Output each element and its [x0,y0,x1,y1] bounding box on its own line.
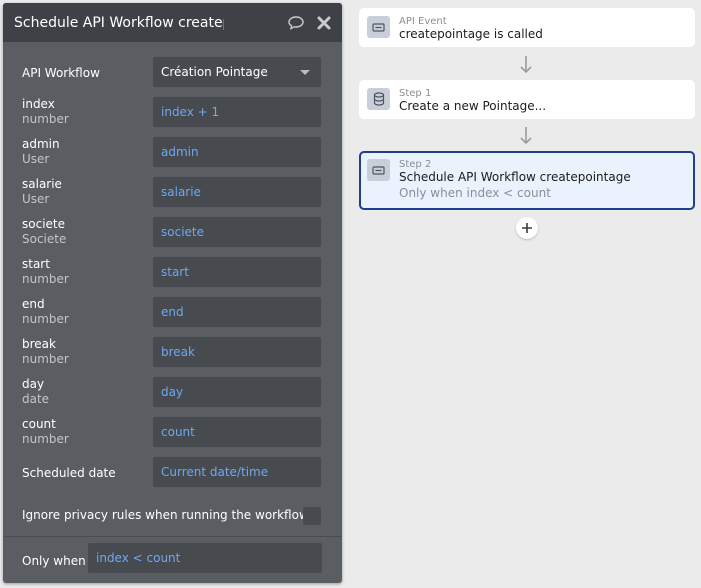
param-input-admin[interactable]: admin [153,137,321,167]
api-workflow-row: API Workflow Création Pointage [3,57,342,89]
panel-header[interactable]: Schedule API Workflow createpc [3,3,342,42]
param-row-start: start number start [3,257,342,289]
param-label: count number [22,417,69,446]
database-icon [367,88,390,110]
only-when-label: Only when [22,554,86,568]
param-row-day: day date day [3,377,342,409]
close-icon[interactable] [314,13,334,33]
arrow-down-icon [520,56,532,74]
api-workflow-dropdown[interactable]: Création Pointage [153,57,321,87]
param-row-count: count number count [3,417,342,449]
param-input-societe[interactable]: societe [153,217,321,247]
card-kicker: Step 2 [399,159,432,170]
scheduled-date-row: Scheduled date Current date/time [3,457,342,489]
param-row-societe: societe Societe societe [3,217,342,249]
plus-icon [522,223,532,233]
param-row-index: index number index + 1 [3,97,342,129]
param-input-start[interactable]: start [153,257,321,287]
add-step-button[interactable] [516,217,538,239]
step-1-card[interactable]: Step 1 Create a new Pointage... [359,80,695,119]
panel-header-icons [286,13,334,33]
param-label: societe Societe [22,217,67,246]
event-icon [367,16,390,38]
param-label: day date [22,377,50,406]
card-kicker: API Event [399,16,447,27]
param-input-break[interactable]: break [153,337,321,367]
param-label: salarie User [22,177,62,206]
param-input-day[interactable]: day [153,377,321,407]
param-input-salarie[interactable]: salarie [153,177,321,207]
param-label: start number [22,257,69,286]
api-event-card[interactable]: API Event createpointage is called [359,8,695,47]
api-workflow-value: Création Pointage [161,65,268,79]
param-label: admin User [22,137,60,166]
divider [3,536,342,537]
param-label: index number [22,97,69,126]
card-title: Create a new Pointage... [399,99,547,113]
scheduled-date-label: Scheduled date [22,466,116,480]
card-title: Schedule API Workflow createpointage [399,170,631,184]
step-2-card[interactable]: Step 2 Schedule API Workflow createpoint… [359,151,695,210]
param-row-salarie: salarie User salarie [3,177,342,209]
ignore-privacy-label: Ignore privacy rules when running the wo… [22,508,309,522]
param-row-end: end number end [3,297,342,329]
param-label: break number [22,337,69,366]
card-kicker: Step 1 [399,88,432,99]
card-condition: Only when index < count [399,186,551,200]
api-workflow-label: API Workflow [22,66,100,80]
scheduled-date-input[interactable]: Current date/time [153,457,321,487]
param-label: end number [22,297,69,326]
only-when-input[interactable]: index < count [88,543,322,573]
ignore-privacy-checkbox[interactable] [303,507,321,525]
schedule-icon [367,159,390,181]
card-title: createpointage is called [399,27,543,41]
property-editor-panel: Schedule API Workflow createpc API Workf… [3,3,342,583]
comment-icon[interactable] [286,13,306,33]
param-row-admin: admin User admin [3,137,342,169]
param-row-break: break number break [3,337,342,369]
param-input-index[interactable]: index + 1 [153,97,321,127]
arrow-down-icon [520,127,532,145]
param-input-count[interactable]: count [153,417,321,447]
panel-title: Schedule API Workflow createpc [14,14,224,31]
chevron-down-icon [300,70,310,75]
param-input-end[interactable]: end [153,297,321,327]
